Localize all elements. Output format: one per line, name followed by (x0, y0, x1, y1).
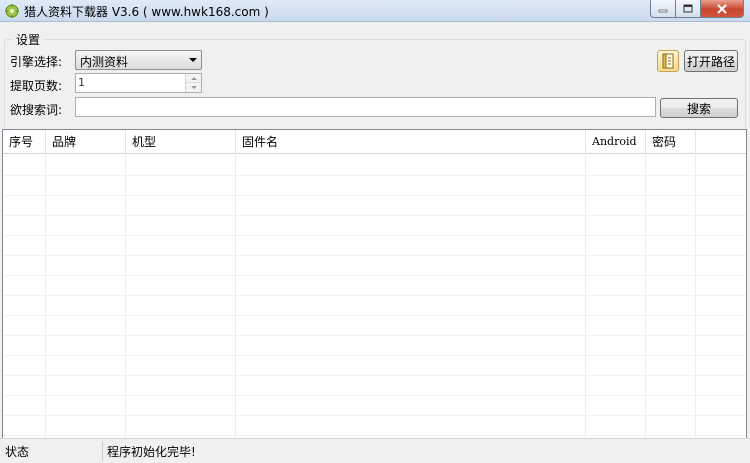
column-divider (645, 155, 646, 438)
open-path-button[interactable]: 打开路径 (684, 50, 738, 72)
row-divider (3, 355, 746, 356)
column-divider (585, 155, 586, 438)
arrow-down-icon (190, 86, 197, 89)
column-header-password[interactable]: 密码 (646, 130, 696, 154)
table-body (3, 155, 746, 438)
engine-label: 引擎选择: (10, 55, 63, 69)
pages-stepper[interactable]: 1 (75, 73, 202, 93)
arrow-up-icon (190, 76, 197, 80)
row-divider (3, 175, 746, 176)
keyword-input[interactable] (75, 97, 656, 117)
folder-notebook-icon (662, 53, 674, 69)
search-button[interactable]: 搜索 (660, 98, 738, 118)
column-divider (125, 155, 126, 438)
row-divider (3, 255, 746, 256)
column-header-index[interactable]: 序号 (3, 130, 46, 154)
row-divider (3, 195, 746, 196)
minimize-icon (658, 9, 668, 12)
row-divider (3, 295, 746, 296)
engine-select[interactable]: 内测资料 (75, 50, 202, 70)
minimize-button[interactable] (650, 0, 676, 18)
row-divider (3, 395, 746, 396)
title-bar: 猎人资料下载器 V3.6 ( www.hwk168.com ) (0, 0, 750, 22)
row-divider (3, 415, 746, 416)
stepper-down-button[interactable] (186, 83, 201, 92)
row-divider (3, 435, 746, 436)
engine-select-value: 内测资料 (80, 55, 129, 69)
stepper-buttons (185, 74, 201, 92)
window-title: 猎人资料下载器 V3.6 ( www.hwk168.com ) (24, 5, 269, 19)
row-divider (3, 215, 746, 216)
main-panel: 设置 引擎选择: 内测资料 提取页数: 1 欲搜索词: 打开路径 搜索 序号 品… (0, 22, 750, 463)
column-header-model[interactable]: 机型 (126, 130, 236, 154)
maximize-icon (683, 4, 693, 13)
column-header-android[interactable]: Android (586, 130, 646, 154)
app-logo-icon (5, 4, 19, 18)
row-divider (3, 315, 746, 316)
row-divider (3, 335, 746, 336)
row-divider (3, 375, 746, 376)
column-divider (45, 155, 46, 438)
stepper-up-button[interactable] (186, 74, 201, 83)
settings-group-title: 设置 (12, 31, 45, 48)
status-separator (102, 441, 103, 461)
status-label: 状态 (5, 445, 30, 459)
pages-label: 提取页数: (10, 79, 63, 93)
column-divider (235, 155, 236, 438)
open-folder-icon-button[interactable] (657, 50, 679, 72)
column-header-firmware[interactable]: 固件名 (236, 130, 586, 154)
results-table[interactable]: 序号 品牌 机型 固件名 Android 密码 (2, 129, 747, 439)
keyword-label: 欲搜索词: (10, 103, 63, 117)
row-divider (3, 275, 746, 276)
status-message: 程序初始化完毕! (107, 445, 196, 459)
row-divider (3, 235, 746, 236)
maximize-button[interactable] (676, 0, 701, 18)
close-button[interactable] (701, 0, 744, 18)
table-header: 序号 品牌 机型 固件名 Android 密码 (3, 130, 746, 154)
column-divider (695, 155, 696, 438)
chevron-down-icon (189, 58, 197, 62)
pages-value: 1 (78, 76, 85, 89)
close-icon (717, 3, 727, 14)
column-header-brand[interactable]: 品牌 (46, 130, 126, 154)
column-header-empty (696, 130, 746, 154)
window-controls (650, 0, 744, 19)
status-bar: 状态 程序初始化完毕! (0, 438, 750, 463)
